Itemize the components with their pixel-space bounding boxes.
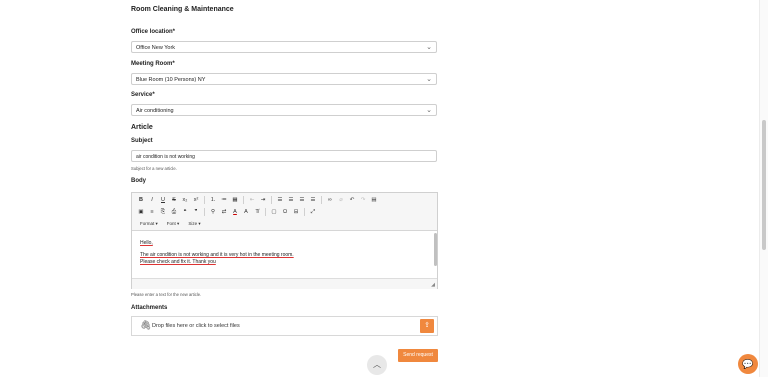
office-location-label: Office location* xyxy=(131,29,176,35)
editor-scrollbar[interactable] xyxy=(434,233,437,266)
resize-grip-icon[interactable]: ◢ xyxy=(431,282,435,288)
attachment-dropzone[interactable]: 🖇 Drop files here or click to select fil… xyxy=(131,316,438,336)
editor-toolbar: B I U S x₂ x² ⒈ ≔ ▦ ⇤ ⇥ ☰ ☰ ☰ ☰ ∞ ⌀ ↶ ↷ … xyxy=(132,193,437,231)
text-color-icon[interactable]: A xyxy=(231,208,239,217)
superscript-icon[interactable]: x² xyxy=(192,196,200,205)
chevron-down-icon: ⌄ xyxy=(426,107,432,114)
source-icon[interactable]: ⊟ xyxy=(292,208,300,217)
blockquote-icon[interactable]: ❝ xyxy=(181,208,189,217)
toolbar-divider xyxy=(243,196,244,204)
service-select[interactable]: Air conditioning ⌄ xyxy=(131,104,437,116)
body-line-2: The air condition is not working and it … xyxy=(140,252,294,258)
paste-text-icon[interactable]: ⎙ xyxy=(170,208,178,217)
subject-label: Subject xyxy=(131,138,153,144)
format-dropdown-label: Format xyxy=(140,221,155,226)
send-request-button[interactable]: Send request xyxy=(398,349,438,362)
chat-icon: 💬 xyxy=(742,359,754,369)
numbered-list-icon[interactable]: ⒈ xyxy=(209,196,217,205)
align-justify-icon[interactable]: ☰ xyxy=(309,196,317,205)
service-label: Service* xyxy=(131,92,155,98)
toolbar-row-2: ▣ ≡ ⎘ ⎙ ❝ ❞ ⚲ ⇄ A A T̸ ▢ Ω ⊟ ⤢ xyxy=(137,207,317,217)
scroll-thumb[interactable] xyxy=(762,120,766,250)
undo-icon[interactable]: ↶ xyxy=(348,196,356,205)
subject-input[interactable]: air condition is not working xyxy=(131,150,437,162)
page-title: Room Cleaning & Maintenance xyxy=(131,6,234,13)
office-location-select[interactable]: Office New York ⌄ xyxy=(131,41,437,53)
chat-button[interactable]: 💬 xyxy=(738,354,758,374)
dropzone-text: Drop files here or click to select files xyxy=(152,323,240,329)
subject-hint: Subject for a new article. xyxy=(131,166,177,171)
scroll-to-top-button[interactable]: ︿ xyxy=(367,355,387,375)
chevron-up-icon: ︿ xyxy=(373,360,381,369)
font-dropdown-label: Font xyxy=(166,221,176,226)
indent-icon[interactable]: ⇥ xyxy=(259,196,267,205)
toolbar-divider xyxy=(321,196,322,204)
clear-format-icon[interactable]: T̸ xyxy=(253,208,261,217)
upload-icon[interactable]: ⇪ xyxy=(420,319,434,333)
format-dropdown[interactable]: Format ▾ xyxy=(137,221,161,227)
meeting-room-label: Meeting Room* xyxy=(131,61,175,67)
align-center-icon[interactable]: ☰ xyxy=(287,196,295,205)
page-scrollbar[interactable] xyxy=(759,0,768,377)
toolbar-divider xyxy=(271,196,272,204)
meeting-room-value: Blue Room (10 Persons) NY xyxy=(136,77,206,83)
special-char-icon[interactable]: Ω xyxy=(281,208,289,217)
preview-icon[interactable]: ▢ xyxy=(270,208,278,217)
attachments-label: Attachments xyxy=(131,305,168,311)
editor-statusbar: ◢ xyxy=(132,278,437,289)
body-hint: Please enter a text for the new article. xyxy=(131,292,202,297)
paperclip-icon: 🖇 xyxy=(140,320,152,330)
size-dropdown-label: Size xyxy=(188,221,198,226)
background-color-icon[interactable]: A xyxy=(242,208,250,217)
toolbar-divider xyxy=(204,208,205,216)
comment-icon[interactable]: ▤ xyxy=(370,196,378,205)
toolbar-divider xyxy=(204,196,205,204)
body-label: Body xyxy=(131,178,146,184)
align-right-icon[interactable]: ☰ xyxy=(298,196,306,205)
toolbar-row-1: B I U S x₂ x² ⒈ ≔ ▦ ⇤ ⇥ ☰ ☰ ☰ ☰ ∞ ⌀ ↶ ↷ … xyxy=(137,195,378,205)
italic-icon[interactable]: I xyxy=(148,196,156,205)
toolbar-row-3: Format ▾ Font ▾ Size ▾ xyxy=(137,219,204,229)
strikethrough-icon[interactable]: S xyxy=(170,196,178,205)
body-line-1: Hello, xyxy=(140,240,153,246)
article-section-title: Article xyxy=(131,124,153,131)
font-dropdown[interactable]: Font ▾ xyxy=(164,221,183,227)
office-location-value: Office New York xyxy=(136,45,176,51)
search-icon[interactable]: ⚲ xyxy=(209,208,217,217)
rich-text-editor[interactable]: B I U S x₂ x² ⒈ ≔ ▦ ⇤ ⇥ ☰ ☰ ☰ ☰ ∞ ⌀ ↶ ↷ … xyxy=(131,192,438,289)
body-line-3: Please check and fix it. Thank you xyxy=(140,259,216,265)
service-value: Air conditioning xyxy=(136,108,174,114)
bold-icon[interactable]: B xyxy=(137,196,145,205)
align-left-icon[interactable]: ☰ xyxy=(276,196,284,205)
redo-icon[interactable]: ↷ xyxy=(359,196,367,205)
size-dropdown[interactable]: Size ▾ xyxy=(185,221,203,227)
chevron-down-icon: ⌄ xyxy=(426,76,432,83)
unlink-icon[interactable]: ⌀ xyxy=(337,196,345,205)
toolbar-divider xyxy=(304,208,305,216)
code-icon[interactable]: ❞ xyxy=(192,208,200,217)
editor-content[interactable]: Hello, The air condition is not working … xyxy=(140,240,294,266)
table-icon[interactable]: ▦ xyxy=(231,196,239,205)
link-icon[interactable]: ∞ xyxy=(326,196,334,205)
underline-icon[interactable]: U xyxy=(159,196,167,205)
paste-icon[interactable]: ⎘ xyxy=(159,208,167,217)
outdent-icon[interactable]: ⇤ xyxy=(248,196,256,205)
fullscreen-icon[interactable]: ⤢ xyxy=(309,208,317,217)
subscript-icon[interactable]: x₂ xyxy=(181,196,189,205)
toolbar-divider xyxy=(265,208,266,216)
bulleted-list-icon[interactable]: ≔ xyxy=(220,196,228,205)
chevron-down-icon: ⌄ xyxy=(426,44,432,51)
horizontal-rule-icon[interactable]: ≡ xyxy=(148,208,156,217)
meeting-room-select[interactable]: Blue Room (10 Persons) NY ⌄ xyxy=(131,73,437,85)
replace-icon[interactable]: ⇄ xyxy=(220,208,228,217)
image-icon[interactable]: ▣ xyxy=(137,208,145,217)
